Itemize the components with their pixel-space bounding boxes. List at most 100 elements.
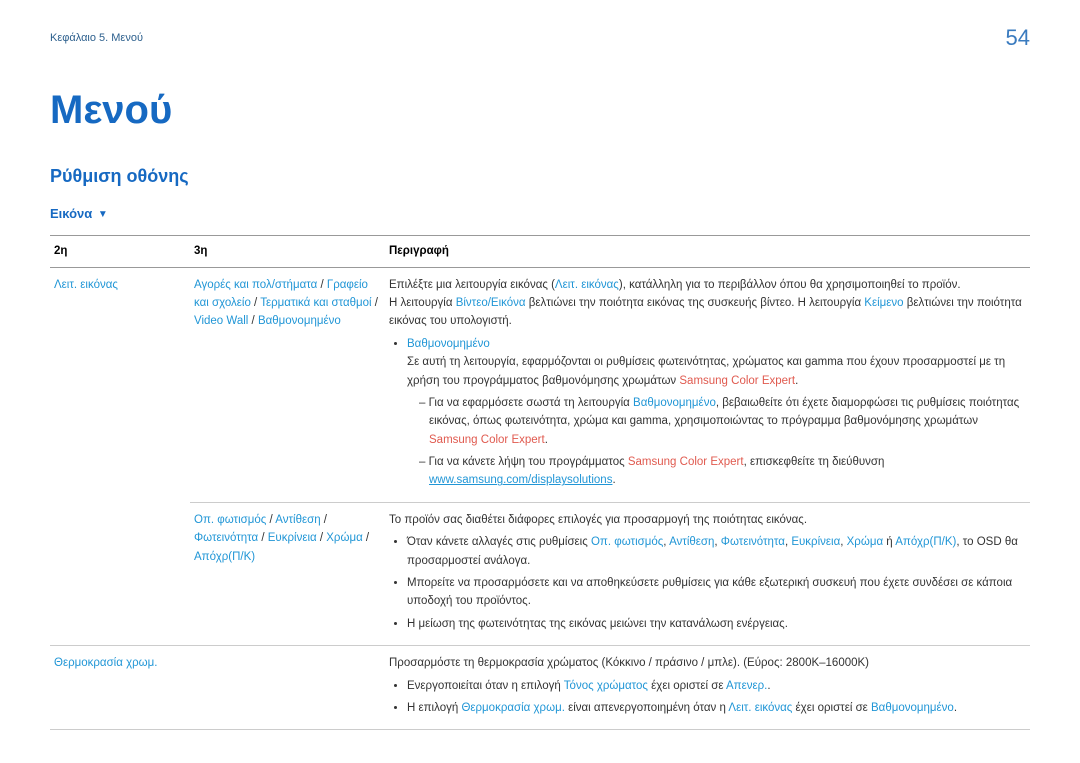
kw: Samsung Color Expert — [628, 456, 744, 468]
dash-list: Για να εφαρμόσετε σωστά τη λειτουργία Βα… — [407, 394, 1026, 490]
sep: / — [258, 532, 268, 544]
kw-tint: Απόχρ(Π/Κ) — [194, 551, 255, 563]
text: . — [767, 680, 770, 692]
text: βελτιώνει την ποιότητα εικόνας της συσκε… — [526, 297, 865, 309]
text: Ενεργοποιείται όταν η επιλογή — [407, 680, 564, 692]
bullet-list: Ενεργοποιείται όταν η επιλογή Τόνος χρώμ… — [389, 677, 1026, 718]
list-item: Για να κάνετε λήψη του προγράμματος Sams… — [419, 453, 1026, 490]
kw-picture-mode: Λειτ. εικόνας — [54, 279, 118, 291]
kw-backlight: Οπ. φωτισμός — [194, 514, 266, 526]
table-row: Οπ. φωτισμός / Αντίθεση / Φωτεινότητα / … — [50, 502, 1030, 645]
triangle-down-icon: ▼ — [98, 207, 108, 223]
list-item: Ενεργοποιείται όταν η επιλογή Τόνος χρώμ… — [407, 677, 1026, 695]
chapter-title: Μενού — [50, 78, 1030, 142]
page-number: 54 — [1006, 20, 1030, 55]
kw: Οπ. φωτισμός — [591, 536, 663, 548]
sep: / — [317, 532, 327, 544]
text: Για να κάνετε λήψη του προγράμματος — [429, 456, 628, 468]
list-item: Η μείωση της φωτεινότητας της εικόνας με… — [407, 615, 1026, 633]
kw: Samsung Color Expert — [429, 434, 545, 446]
header-description: Περιγραφή — [385, 236, 1030, 267]
list-item: Βαθμονομημένο Σε αυτή τη λειτουργία, εφα… — [407, 335, 1026, 490]
kw: Samsung Color Expert — [679, 375, 795, 387]
settings-table: 2η 3η Περιγραφή Λειτ. εικόνας Αγορές και… — [50, 235, 1030, 730]
cell-3rd: Αγορές και πολ/στήματα / Γραφείο και σχο… — [190, 267, 385, 502]
kw: Χρώμα — [847, 536, 883, 548]
cell-3rd — [190, 646, 385, 730]
text: . — [795, 375, 798, 387]
subsection-header: Εικόνα ▼ — [50, 204, 1030, 225]
kw: Λειτ. εικόνας — [728, 702, 792, 714]
kw: Βαθμονομημένο — [871, 702, 954, 714]
cell-description: Το προϊόν σας διαθέτει διάφορες επιλογές… — [385, 502, 1030, 645]
text: Επιλέξτε μια λειτουργία εικόνας ( — [389, 279, 555, 291]
kw-contrast: Αντίθεση — [275, 514, 320, 526]
kw: Τόνος χρώματος — [564, 680, 648, 692]
desc-line: Το προϊόν σας διαθέτει διάφορες επιλογές… — [389, 511, 1026, 529]
kw-color: Χρώμα — [326, 532, 362, 544]
cell-description: Προσαρμόστε τη θερμοκρασία χρώματος (Κόκ… — [385, 646, 1030, 730]
kw: Θερμοκρασία χρωμ. — [461, 702, 564, 714]
sep: / — [266, 514, 275, 526]
kw-color-temp: Θερμοκρασία χρωμ. — [54, 657, 157, 669]
table-row: Θερμοκρασία χρωμ. Προσαρμόστε τη θερμοκρ… — [50, 646, 1030, 730]
table-row: Λειτ. εικόνας Αγορές και πολ/στήματα / Γ… — [50, 267, 1030, 502]
text: Η επιλογή — [407, 702, 461, 714]
kw: Αντίθεση — [669, 536, 714, 548]
text: . — [954, 702, 957, 714]
table-header-row: 2η 3η Περιγραφή — [50, 236, 1030, 267]
text: ή — [883, 536, 895, 548]
cell-2nd: Θερμοκρασία χρωμ. — [50, 646, 190, 730]
kw: Βίντεο/Εικόνα — [456, 297, 526, 309]
kw: Ευκρίνεια — [791, 536, 840, 548]
list-item: Όταν κάνετε αλλαγές στις ρυθμίσεις Οπ. φ… — [407, 533, 1026, 570]
kw-brightness: Φωτεινότητα — [194, 532, 258, 544]
desc-line: Προσαρμόστε τη θερμοκρασία χρώματος (Κόκ… — [389, 654, 1026, 672]
cell-description: Επιλέξτε μια λειτουργία εικόνας (Λειτ. ε… — [385, 267, 1030, 502]
kw: Κείμενο — [864, 297, 903, 309]
text: Η λειτουργία — [389, 297, 456, 309]
header-3rd: 3η — [190, 236, 385, 267]
text: . — [545, 434, 548, 446]
kw-terminal: Τερματικά και σταθμοί — [260, 297, 371, 309]
cell-3rd: Οπ. φωτισμός / Αντίθεση / Φωτεινότητα / … — [190, 502, 385, 645]
list-item: Η επιλογή Θερμοκρασία χρωμ. είναι απενερ… — [407, 699, 1026, 717]
list-item: Για να εφαρμόσετε σωστά τη λειτουργία Βα… — [419, 394, 1026, 449]
bullet-list: Όταν κάνετε αλλαγές στις ρυθμίσεις Οπ. φ… — [389, 533, 1026, 633]
kw: Βαθμονομημένο — [633, 397, 716, 409]
subsection-label: Εικόνα — [50, 206, 92, 221]
text: Για να εφαρμόσετε σωστά τη λειτουργία — [429, 397, 633, 409]
section-title: Ρύθμιση οθόνης — [50, 162, 1030, 191]
cell-2nd: Λειτ. εικόνας — [50, 267, 190, 646]
text: ), κατάλληλη για το περιβάλλον όπου θα χ… — [619, 279, 961, 291]
text: . — [612, 474, 615, 486]
header-2nd: 2η — [50, 236, 190, 267]
kw-videowall: Video Wall — [194, 315, 248, 327]
sep: / — [372, 297, 378, 309]
desc-line: Η λειτουργία Βίντεο/Εικόνα βελτιώνει την… — [389, 294, 1026, 331]
kw: Απόχρ(Π/Κ) — [895, 536, 956, 548]
text: έχει οριστεί σε — [792, 702, 871, 714]
list-item: Μπορείτε να προσαρμόσετε και να αποθηκεύ… — [407, 574, 1026, 611]
text: Όταν κάνετε αλλαγές στις ρυθμίσεις — [407, 536, 591, 548]
text: έχει οριστεί σε — [648, 680, 726, 692]
kw: Λειτ. εικόνας — [555, 279, 619, 291]
kw: Βαθμονομημένο — [407, 338, 490, 350]
kw-calibrated: Βαθμονομημένο — [258, 315, 341, 327]
desc-line: Σε αυτή τη λειτουργία, εφαρμόζονται οι ρ… — [407, 353, 1026, 390]
breadcrumb: Κεφάλαιο 5. Μενού — [50, 30, 1030, 48]
kw: Απενερ. — [726, 680, 767, 692]
kw-sharpness: Ευκρίνεια — [268, 532, 317, 544]
sep: / — [363, 532, 369, 544]
link-samsung[interactable]: www.samsung.com/displaysolutions — [429, 474, 612, 486]
sep: / — [248, 315, 258, 327]
sep: / — [317, 279, 327, 291]
sep: / — [251, 297, 260, 309]
sep: / — [321, 514, 327, 526]
kw-shops: Αγορές και πολ/στήματα — [194, 279, 317, 291]
kw: Φωτεινότητα — [721, 536, 785, 548]
bullet-list: Βαθμονομημένο Σε αυτή τη λειτουργία, εφα… — [389, 335, 1026, 490]
desc-line: Επιλέξτε μια λειτουργία εικόνας (Λειτ. ε… — [389, 276, 1026, 294]
text: , επισκεφθείτε τη διεύθυνση — [744, 456, 885, 468]
text: είναι απενεργοποιημένη όταν η — [565, 702, 729, 714]
